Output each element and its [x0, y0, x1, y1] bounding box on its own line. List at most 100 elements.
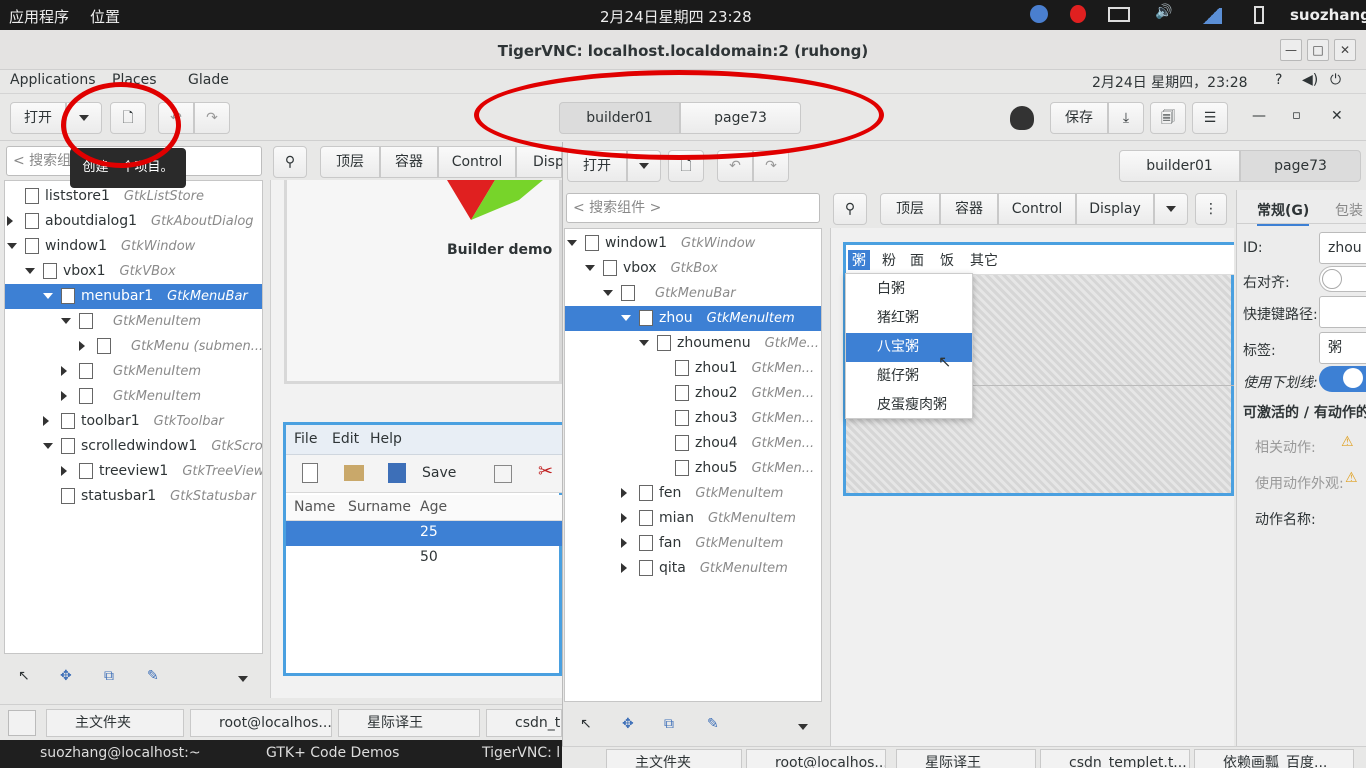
expander-icon[interactable]: [621, 506, 639, 531]
maximize-icon[interactable]: ▫: [1292, 108, 1301, 123]
tree-row[interactable]: GtkMenuBar: [565, 281, 821, 306]
palette-search-button[interactable]: ⚲: [273, 146, 307, 178]
tree-row[interactable]: GtkMenuItem: [5, 359, 262, 384]
chevron-down-icon[interactable]: [798, 724, 808, 730]
expander-icon[interactable]: [639, 331, 657, 356]
expander-icon[interactable]: [43, 284, 61, 309]
inner-menu-item[interactable]: 粥: [848, 250, 870, 270]
id-field[interactable]: zhou: [1319, 232, 1366, 264]
expander-icon[interactable]: [61, 384, 79, 409]
tree-row[interactable]: window1 GtkWindow: [5, 234, 262, 259]
tab-packing[interactable]: 包装: [1335, 200, 1363, 220]
vnc-close-button[interactable]: ✕: [1334, 39, 1356, 61]
expander-icon[interactable]: [61, 459, 79, 484]
power-icon[interactable]: ⏻: [1330, 72, 1341, 88]
tree-row[interactable]: GtkMenuItem: [5, 309, 262, 334]
taskbar-item[interactable]: 星际译王: [338, 709, 480, 737]
remote-clock[interactable]: 2月24日 星期四，23:28: [1092, 72, 1248, 92]
accel-path-field[interactable]: [1319, 296, 1366, 328]
globe-icon[interactable]: [1030, 5, 1048, 23]
taskbar-item[interactable]: 星际译王: [896, 749, 1036, 768]
expander-icon[interactable]: [43, 434, 61, 459]
local-taskbar-item[interactable]: TigerVNC: l: [452, 745, 560, 761]
tab-general[interactable]: 常规(G): [1257, 200, 1310, 226]
col-age[interactable]: Age: [420, 499, 447, 515]
expander-icon[interactable]: [61, 309, 79, 334]
preview-save-label[interactable]: Save: [422, 465, 456, 481]
expander-icon[interactable]: [621, 306, 639, 331]
tree-row[interactable]: aboutdialog1 GtkAboutDialog: [5, 209, 262, 234]
taskbar-item[interactable]: 主文件夹: [46, 709, 184, 737]
inner-widget-search[interactable]: < 搜索组件 >: [566, 193, 820, 223]
main-menu-button[interactable]: ☰: [1192, 102, 1228, 134]
remote-applications-menu[interactable]: Applications: [10, 72, 96, 88]
save-download-button[interactable]: ⤓: [1108, 102, 1144, 134]
expander-icon[interactable]: [621, 556, 639, 581]
window-preview[interactable]: File Edit Help Save ✂ Name Surname Age 2…: [283, 422, 562, 676]
resize-icon[interactable]: ⧉: [664, 716, 674, 732]
tree-row[interactable]: zhou1 GtkMen...: [565, 356, 821, 381]
menu-help[interactable]: Help: [370, 431, 402, 447]
network-icon[interactable]: [1200, 8, 1222, 24]
applications-menu[interactable]: 应用程序: [9, 6, 69, 27]
tree-row[interactable]: statusbar1 GtkStatusbar: [5, 484, 262, 509]
palette-toplevel[interactable]: 顶层: [320, 146, 380, 178]
user-menu[interactable]: suozhang: [1290, 6, 1366, 24]
resize-icon[interactable]: ⧉: [104, 668, 114, 684]
inner-tab-page73[interactable]: page73: [1240, 150, 1361, 182]
palette-control[interactable]: Control: [438, 146, 516, 178]
tree-row[interactable]: fen GtkMenuItem: [565, 481, 821, 506]
inner-palette-more[interactable]: [1154, 193, 1188, 225]
expander-icon[interactable]: [585, 256, 603, 281]
tree-row[interactable]: menubar1 GtkMenuBar: [5, 284, 262, 309]
col-name[interactable]: Name: [294, 499, 335, 515]
taskbar-item[interactable]: root@localhos...: [190, 709, 332, 737]
glade-logo-icon[interactable]: [1010, 106, 1034, 130]
expander-icon[interactable]: [43, 409, 61, 434]
keyboard-icon[interactable]: [1108, 7, 1130, 22]
menu-file[interactable]: File: [294, 431, 317, 447]
help-icon[interactable]: ?: [1275, 72, 1282, 88]
table-row[interactable]: 50: [286, 546, 562, 571]
tree-row[interactable]: qita GtkMenuItem: [565, 556, 821, 581]
inner-menu-item[interactable]: 其它: [970, 250, 998, 270]
opera-icon[interactable]: [1070, 5, 1086, 23]
pin-icon[interactable]: ✎: [147, 668, 159, 684]
tree-row[interactable]: zhoumenu GtkMe...: [565, 331, 821, 356]
inner-menu-item[interactable]: 面: [910, 250, 924, 270]
inner-palette-container[interactable]: 容器: [940, 193, 998, 225]
move-icon[interactable]: ✥: [60, 668, 72, 684]
tree-row[interactable]: vbox GtkBox: [565, 256, 821, 281]
expander-icon[interactable]: [567, 231, 585, 256]
dropdown-item[interactable]: 皮蛋瘦肉粥: [846, 391, 972, 420]
pointer-icon[interactable]: ↖: [580, 716, 592, 732]
tree-row[interactable]: treeview1 GtkTreeView: [5, 459, 262, 484]
copy-icon[interactable]: [494, 465, 512, 483]
places-menu[interactable]: 位置: [90, 6, 120, 27]
expander-icon[interactable]: [621, 531, 639, 556]
inner-palette-menu[interactable]: ⋮: [1195, 193, 1227, 225]
tree-row[interactable]: zhou4 GtkMen...: [565, 431, 821, 456]
minimize-icon[interactable]: —: [1252, 108, 1266, 124]
inner-tab-builder01[interactable]: builder01: [1119, 150, 1240, 182]
expander-icon[interactable]: [7, 234, 25, 259]
volume-icon[interactable]: 🔊: [1155, 4, 1172, 20]
inner-menu-item[interactable]: 饭: [940, 250, 954, 270]
inner-palette-control[interactable]: Control: [998, 193, 1076, 225]
preview-button[interactable]: 🗐: [1150, 102, 1186, 134]
inner-palette-toplevel[interactable]: 顶层: [880, 193, 940, 225]
move-icon[interactable]: ✥: [622, 716, 634, 732]
redo-button[interactable]: ↷: [194, 102, 230, 134]
pin-icon[interactable]: ✎: [707, 716, 719, 732]
about-dialog-preview[interactable]: Builder demo: [284, 180, 562, 384]
label-field[interactable]: 粥: [1319, 332, 1366, 364]
local-taskbar-item[interactable]: suozhang@localhost:~: [10, 745, 201, 761]
clock[interactable]: 2月24日星期四 23:28: [600, 6, 752, 27]
tree-row[interactable]: zhou3 GtkMen...: [565, 406, 821, 431]
palette-container[interactable]: 容器: [380, 146, 438, 178]
tree-row[interactable]: vbox1 GtkVBox: [5, 259, 262, 284]
taskbar-item[interactable]: csdn_t: [486, 709, 562, 737]
dropdown-item[interactable]: 白粥: [846, 275, 972, 304]
pointer-icon[interactable]: ↖: [18, 668, 30, 684]
chevron-down-icon[interactable]: [238, 676, 248, 682]
